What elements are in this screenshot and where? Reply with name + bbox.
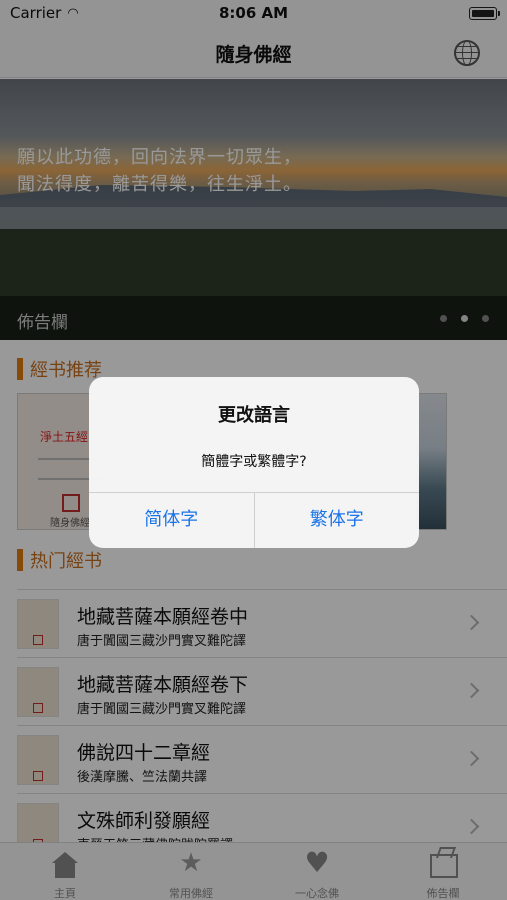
traditional-chinese-button[interactable]: 繁体字 <box>253 493 420 548</box>
simplified-chinese-button[interactable]: 简体字 <box>89 493 254 548</box>
language-dialog: 更改語言 簡體字或繁體字? 简体字 繁体字 <box>89 377 419 548</box>
dialog-title: 更改語言 <box>218 405 290 426</box>
dialog-actions: 简体字 繁体字 <box>89 492 419 548</box>
dialog-message: 簡體字或繁體字? <box>201 454 307 470</box>
